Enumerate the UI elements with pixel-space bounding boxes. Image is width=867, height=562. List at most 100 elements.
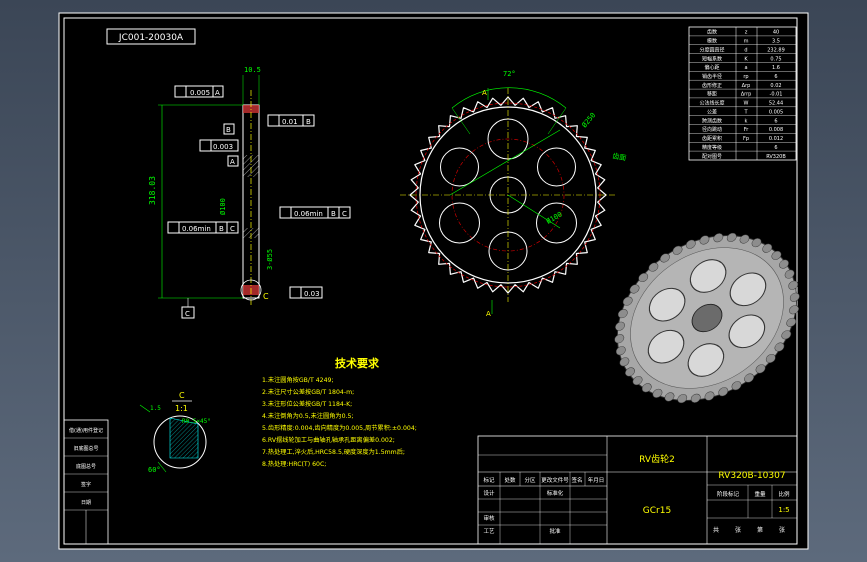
param-cell: 齿形修正	[702, 82, 722, 89]
left-table-cell: 签字	[81, 481, 91, 488]
param-cell: 0.02	[770, 83, 781, 89]
param-cell: 偏心距	[704, 64, 719, 71]
title-block-label: 重量	[754, 490, 766, 498]
param-cell: 0.012	[769, 136, 783, 142]
sheet-count-label: 第	[757, 526, 763, 534]
detail-scale: 1:1	[175, 404, 188, 413]
param-cell: Δrp	[742, 83, 751, 89]
title-block-label: 设计	[483, 489, 495, 497]
code-tag: JC001-20030A	[118, 33, 184, 43]
svg-text:0.06min: 0.06min	[294, 210, 323, 218]
param-cell: RV320B	[766, 154, 786, 160]
left-table-cell: 旧底图总号	[73, 445, 98, 452]
param-cell: W	[744, 101, 749, 107]
svg-text:A: A	[486, 310, 491, 318]
title-block-label: 标记	[483, 476, 495, 484]
svg-text:C: C	[185, 310, 190, 318]
height-dimension: 318.03	[148, 176, 157, 205]
angle-dimension: 72°	[503, 70, 516, 78]
left-table-cell: 底图总号	[76, 463, 96, 470]
sheet-count-label: 共	[713, 526, 719, 534]
param-cell: 跨测齿数	[702, 117, 722, 124]
param-cell: 3.5	[772, 39, 780, 45]
param-cell: 6	[774, 74, 777, 80]
param-cell: 公法线长度	[699, 100, 724, 107]
title-block-label: 审核	[483, 514, 495, 522]
title-block-label: 标准化	[547, 489, 564, 497]
param-cell: 40	[773, 30, 779, 36]
param-cell: rp	[743, 74, 748, 80]
scale-value: 1:5	[778, 506, 789, 514]
svg-text:B: B	[331, 210, 336, 218]
param-cell: m	[744, 39, 749, 45]
title-block-label: 阶段标记	[717, 490, 740, 498]
param-cell: 精度等级	[702, 144, 722, 151]
tech-item: 3.未注形位公差按GB/T 1184-K;	[262, 400, 352, 408]
svg-text:C: C	[230, 225, 235, 233]
svg-text:B: B	[226, 126, 231, 134]
tech-title: 技术要求	[335, 356, 380, 370]
param-cell: 52.44	[769, 101, 783, 107]
param-cell: 232.89	[767, 47, 785, 53]
param-cell: 6	[774, 145, 777, 151]
param-cell: Δrrp	[741, 92, 752, 98]
svg-text:C: C	[263, 292, 269, 301]
material: GCr15	[643, 506, 671, 516]
left-table-cell: 借(通)用件登记	[69, 427, 103, 434]
param-cell: Fp	[743, 136, 749, 142]
param-cell: 齿数	[707, 29, 717, 36]
svg-text:R0.5×45°: R0.5×45°	[182, 418, 211, 425]
tech-item: 5.齿形精度:0.004,齿向精度为0.005,周节累积:±0.004;	[262, 424, 417, 432]
param-cell: 分度圆直径	[699, 46, 724, 53]
svg-text:0.06min: 0.06min	[182, 225, 211, 233]
svg-text:B: B	[219, 225, 224, 233]
bore-dimension: Ø100	[219, 198, 227, 215]
tech-item: 7.热处理工,淬火后,HRC58.5,硬度深度为1.5mm后;	[262, 448, 405, 456]
title-block-label: 年月日	[588, 476, 605, 484]
svg-text:C: C	[179, 391, 185, 400]
param-cell: 径向跳动	[702, 126, 722, 133]
param-cell: 0.005	[769, 110, 783, 116]
param-cell: d	[744, 47, 747, 53]
title-block-label: 比例	[778, 490, 790, 498]
param-cell: z	[745, 30, 748, 36]
param-cell: a	[744, 65, 747, 71]
svg-text:0.03: 0.03	[304, 290, 320, 298]
svg-text:C: C	[342, 210, 347, 218]
param-cell: 1.6	[772, 65, 780, 71]
title-block-label: 工艺	[483, 528, 495, 535]
svg-text:B: B	[306, 118, 311, 126]
title-block-label: 签名	[571, 476, 582, 484]
tech-item: 6.RV摆线轮加工与曲轴孔轴承孔距离偏差0.002;	[262, 436, 395, 444]
param-cell: 6	[774, 118, 777, 124]
title-block-label: 批准	[549, 527, 561, 535]
svg-text:1.5: 1.5	[150, 405, 161, 412]
tech-item: 8.热处理:HRC(T) 60C;	[262, 460, 326, 468]
param-cell: 公差	[707, 109, 717, 116]
param-cell: 模数	[707, 38, 717, 45]
sheet-count-label: 张	[735, 526, 741, 534]
detail-angle: 60°	[148, 466, 161, 474]
param-cell: 配对图号	[702, 153, 722, 160]
top-dimension: 10.5	[244, 66, 261, 74]
param-cell: 0.008	[769, 127, 783, 133]
param-cell: 移距	[707, 91, 717, 98]
tech-item: 4.未注倒角为0.5,未注圆角为0.5;	[262, 412, 354, 420]
part-name: RV齿轮2	[639, 453, 675, 465]
svg-text:0.005: 0.005	[190, 89, 210, 97]
svg-text:0.003: 0.003	[213, 143, 233, 151]
param-cell: k	[745, 118, 748, 124]
tech-item: 1.未注圆角按GB/T 4249;	[262, 376, 334, 384]
param-cell: -0.01	[770, 92, 783, 98]
title-block-label: 分区	[524, 476, 536, 484]
title-block-label: 处数	[504, 476, 516, 484]
svg-text:A: A	[482, 89, 487, 97]
left-table-cell: 日期	[81, 500, 91, 506]
param-cell: 0.75	[770, 56, 781, 62]
svg-text:A: A	[215, 89, 220, 97]
svg-text:A: A	[230, 158, 235, 166]
tech-item: 2.未注尺寸公差按GB/T 1804-m;	[262, 388, 354, 396]
svg-text:0.01: 0.01	[282, 118, 298, 126]
param-cell: 短幅系数	[702, 55, 722, 62]
cad-drawing-sheet: JC001-20030A 318.03 10.5 Ø100 3-Ø55 C 0.…	[58, 12, 809, 550]
